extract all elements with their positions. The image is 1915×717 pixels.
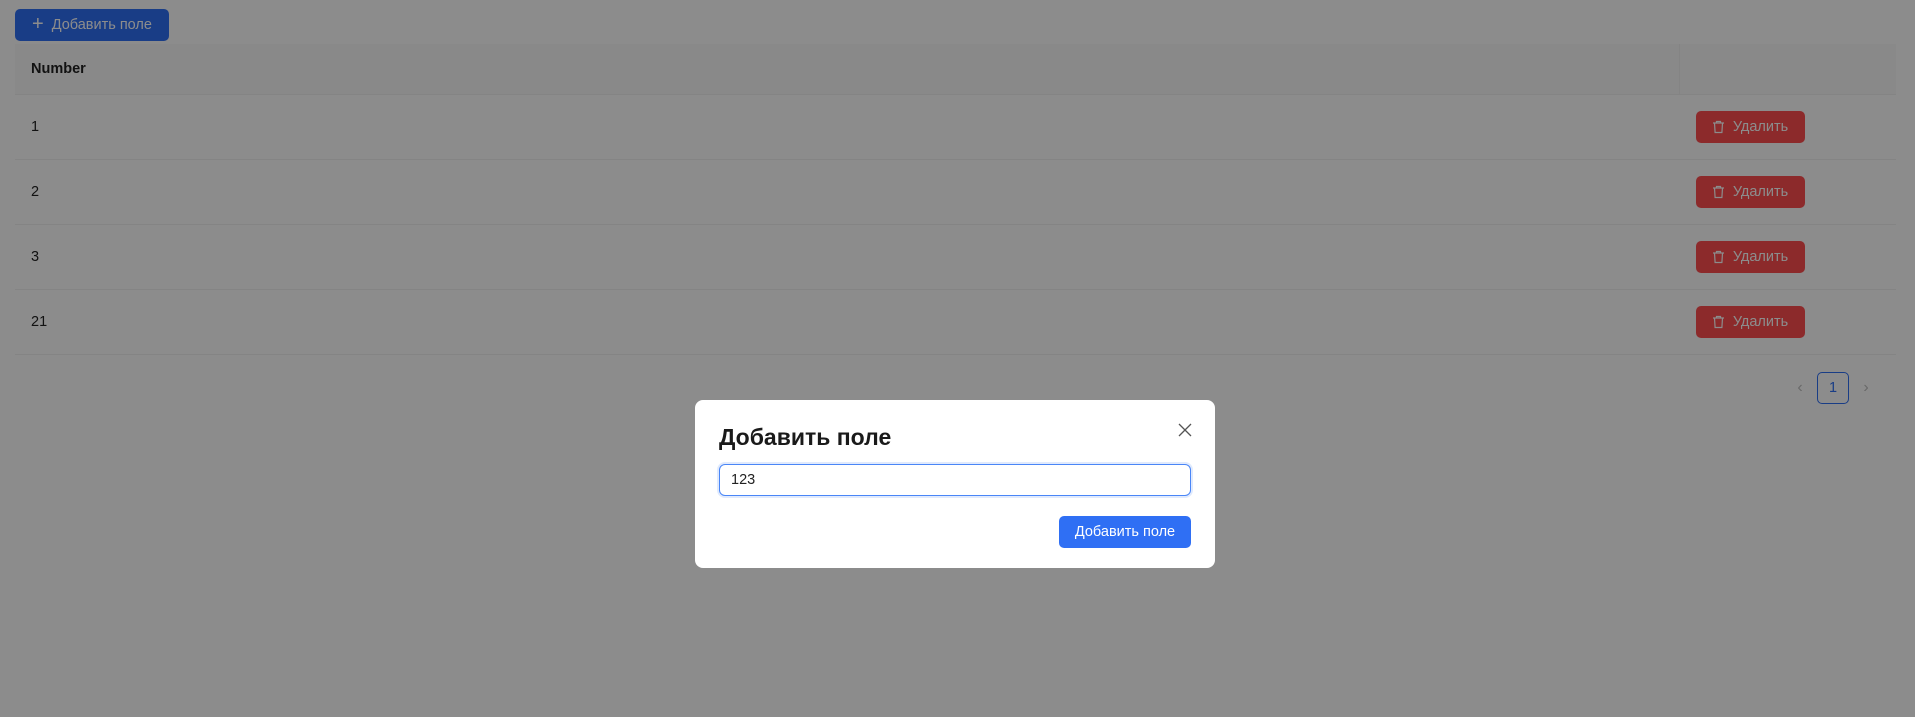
modal-add-field-button[interactable]: Добавить поле [1059, 516, 1191, 548]
close-icon[interactable] [1173, 418, 1197, 442]
add-field-modal: Добавить поле Добавить поле [695, 400, 1215, 568]
modal-overlay[interactable] [0, 0, 1915, 717]
field-number-input[interactable] [719, 464, 1191, 496]
modal-title: Добавить поле [719, 424, 892, 450]
